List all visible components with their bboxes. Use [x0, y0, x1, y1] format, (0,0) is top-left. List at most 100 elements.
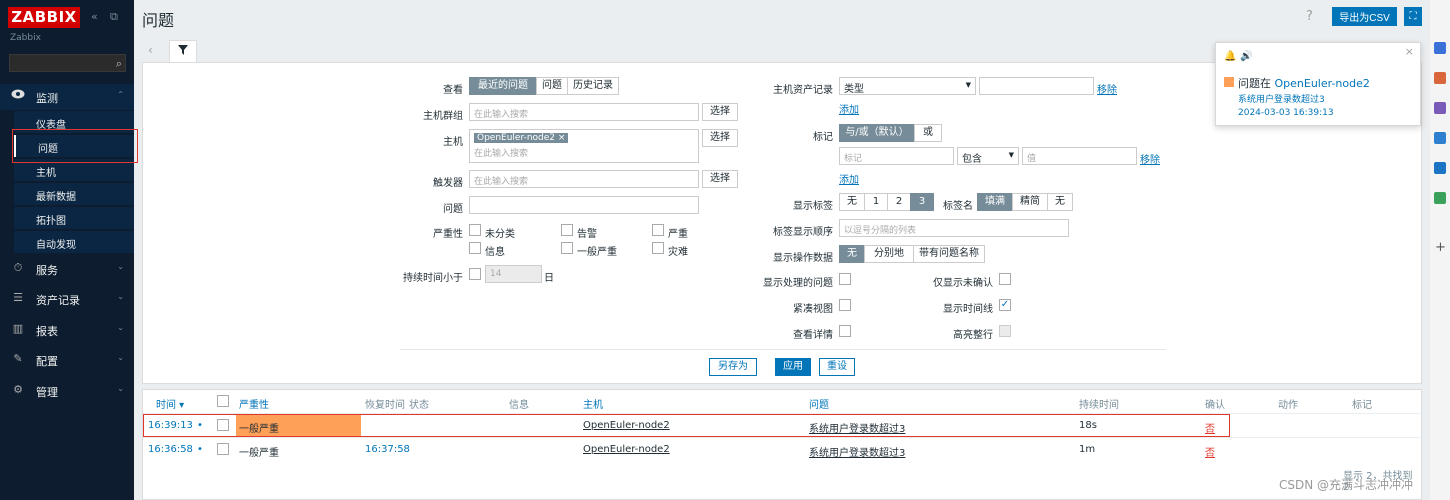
- export-csv-button[interactable]: 导出为CSV: [1332, 7, 1397, 26]
- inventory-field-select[interactable]: 类型 ▼: [839, 77, 976, 95]
- tag-remove-link[interactable]: 移除: [1140, 151, 1160, 166]
- toolbar-icon[interactable]: [1434, 162, 1446, 174]
- hosts-select-button[interactable]: 选择: [702, 129, 738, 147]
- problem-input[interactable]: [469, 196, 699, 214]
- opdata-option-none[interactable]: 无: [839, 245, 865, 263]
- tags-andor-option[interactable]: 与/或（默认）: [839, 124, 915, 142]
- sidebar-search-input[interactable]: ⌕: [9, 54, 126, 72]
- show-tags-option-none[interactable]: 无: [839, 193, 865, 211]
- inventory-value-input[interactable]: [979, 77, 1094, 95]
- highlight-checkbox[interactable]: [999, 325, 1011, 337]
- opdata-option-with-name[interactable]: 带有问题名称: [913, 245, 985, 263]
- row-ack[interactable]: 否: [1205, 444, 1215, 459]
- row-duration[interactable]: 1m: [1079, 444, 1095, 455]
- toolbar-icon[interactable]: [1434, 192, 1446, 204]
- nav-services[interactable]: ⏱ 服务 ⌄: [0, 256, 134, 282]
- tag-name-option-short[interactable]: 精简: [1012, 193, 1048, 211]
- severity-checkbox[interactable]: [561, 224, 573, 236]
- row-time[interactable]: 16:36:58: [148, 444, 193, 455]
- collapse-sidebar-icon[interactable]: «: [91, 10, 98, 23]
- nav-item-discovery[interactable]: 自动发现: [14, 231, 134, 253]
- show-option-problems[interactable]: 问题: [536, 77, 568, 95]
- triggers-select-button[interactable]: 选择: [702, 170, 738, 188]
- toolbar-icon[interactable]: [1434, 132, 1446, 144]
- fullscreen-icon[interactable]: ⛶: [1404, 7, 1422, 26]
- inventory-remove-link[interactable]: 移除: [1097, 81, 1117, 96]
- tag-name-option-full[interactable]: 填满: [977, 193, 1013, 211]
- bell-icon[interactable]: 🔔: [1224, 51, 1236, 62]
- show-tags-option-1[interactable]: 1: [864, 193, 888, 211]
- tag-operator-select[interactable]: 包含 ▼: [957, 147, 1019, 165]
- show-option-history[interactable]: 历史记录: [567, 77, 619, 95]
- nav-item-latest-data[interactable]: 最新数据: [14, 183, 134, 205]
- severity-checkbox[interactable]: [652, 242, 664, 254]
- notification-problem[interactable]: 系统用户登录数超过3: [1238, 92, 1325, 105]
- row-host[interactable]: OpenEuler-node2: [583, 444, 670, 455]
- nav-configuration[interactable]: ✎ 配置 ⌄: [0, 347, 134, 373]
- inventory-add-link[interactable]: 添加: [839, 101, 859, 116]
- close-icon[interactable]: ×: [1405, 45, 1414, 58]
- nav-inventory[interactable]: ☰ 资产记录 ⌄: [0, 286, 134, 312]
- severity-checkbox[interactable]: [561, 242, 573, 254]
- col-problem[interactable]: 问题: [809, 396, 829, 411]
- select-all-checkbox[interactable]: [217, 395, 229, 407]
- add-icon[interactable]: +: [1435, 240, 1446, 255]
- nav-administration[interactable]: ⚙ 管理 ⌄: [0, 378, 134, 404]
- toolbar-icon[interactable]: [1434, 42, 1446, 54]
- nav-monitoring[interactable]: 监测 ⌃: [0, 84, 134, 110]
- tag-name-option-none[interactable]: 无: [1047, 193, 1073, 211]
- triggers-input[interactable]: 在此输入搜索: [469, 170, 699, 188]
- unack-checkbox[interactable]: [999, 273, 1011, 285]
- age-input[interactable]: 14: [485, 265, 542, 283]
- close-icon[interactable]: ×: [558, 133, 566, 143]
- tag-priority-input[interactable]: 以逗号分隔的列表: [839, 219, 1069, 237]
- search-icon[interactable]: ⌕: [116, 57, 122, 71]
- severity-checkbox[interactable]: [469, 224, 481, 236]
- toolbar-icon[interactable]: [1434, 102, 1446, 114]
- tags-or-option[interactable]: 或: [914, 124, 942, 142]
- host-chip-label: OpenEuler-node2: [477, 133, 556, 143]
- severity-checkbox[interactable]: [469, 242, 481, 254]
- hosts-input[interactable]: OpenEuler-node2 × 在此输入搜索: [469, 129, 699, 163]
- col-host[interactable]: 主机: [583, 396, 603, 411]
- host-groups-input[interactable]: 在此输入搜索: [469, 103, 699, 121]
- show-tags-option-3[interactable]: 3: [910, 193, 934, 211]
- clock-icon: ⏱: [13, 261, 23, 274]
- toolbar-icon[interactable]: [1434, 72, 1446, 84]
- compact-checkbox[interactable]: [839, 299, 851, 311]
- sound-icon[interactable]: 🔊: [1240, 51, 1252, 62]
- nav-reports[interactable]: ▥ 报表 ⌄: [0, 317, 134, 343]
- show-option-recent[interactable]: 最近的问题: [469, 77, 537, 95]
- col-time[interactable]: 时间 ▾: [156, 396, 184, 411]
- timeline-checkbox[interactable]: ✓: [999, 299, 1011, 311]
- show-tags-option-2[interactable]: 2: [887, 193, 911, 211]
- zabbix-logo[interactable]: ZABBIX: [8, 7, 80, 28]
- notification-time[interactable]: 2024-03-03 16:39:13: [1238, 108, 1334, 118]
- row-problem[interactable]: 系统用户登录数超过3: [809, 444, 905, 459]
- tag-value-input[interactable]: 值: [1022, 147, 1137, 165]
- col-severity[interactable]: 严重性: [239, 396, 269, 411]
- severity-checkbox[interactable]: [652, 224, 664, 236]
- filter-icon[interactable]: [169, 40, 197, 62]
- row-recovery[interactable]: 16:37:58: [365, 444, 410, 455]
- tag-name-input[interactable]: 标记: [839, 147, 954, 165]
- kiosk-mode-icon[interactable]: ⧉: [110, 10, 118, 24]
- page-title: 问题: [142, 11, 175, 30]
- details-checkbox[interactable]: [839, 325, 851, 337]
- tag-priority-label: 标签显示顺序: [773, 227, 833, 238]
- row-checkbox[interactable]: [217, 443, 229, 455]
- tag-add-link[interactable]: 添加: [839, 171, 859, 186]
- chevron-left-icon[interactable]: ‹: [148, 43, 153, 57]
- host-groups-select-button[interactable]: 选择: [702, 103, 738, 121]
- help-icon[interactable]: ?: [1306, 9, 1313, 24]
- show-label: 查看: [443, 85, 463, 96]
- save-as-button[interactable]: 另存为: [709, 358, 757, 376]
- show-suppressed-checkbox[interactable]: [839, 273, 851, 285]
- apply-button[interactable]: 应用: [775, 358, 811, 376]
- nav-item-maps[interactable]: 拓扑图: [14, 207, 134, 229]
- opdata-option-separately[interactable]: 分别地: [864, 245, 914, 263]
- notification-host[interactable]: OpenEuler-node2: [1275, 77, 1370, 90]
- reset-button[interactable]: 重设: [819, 358, 855, 376]
- age-checkbox[interactable]: [469, 268, 481, 280]
- col-tags: 标记: [1352, 400, 1372, 411]
